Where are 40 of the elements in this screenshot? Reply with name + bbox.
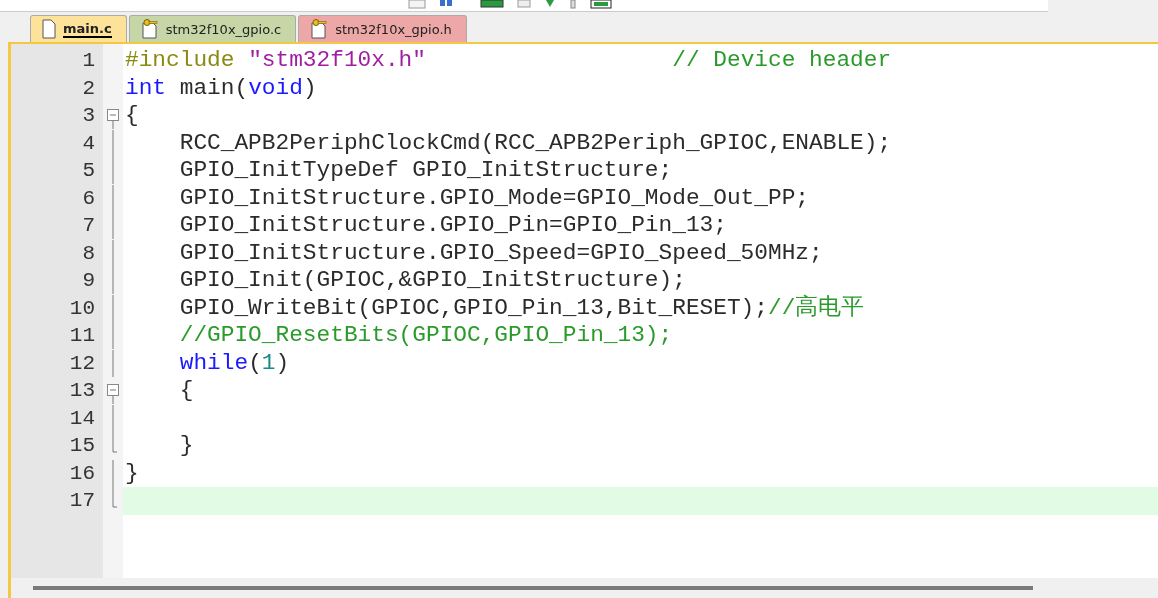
line-number: 3 — [82, 103, 95, 129]
code-line: } — [178, 432, 194, 458]
code-line: //GPIO_ResetBits(GPIOC,GPIO_Pin_13); — [178, 322, 673, 348]
line-number: 13 — [69, 378, 95, 404]
code-line: RCC_APB2PeriphClockCmd(RCC_APB2Periph_GPIOC,ENABLE); — [178, 129, 892, 156]
line-number: 5 — [82, 158, 95, 184]
code-line: GPIO_Init(GPIOC,&GPIO_InitStructure); — [178, 267, 686, 293]
line-number: 8 — [82, 240, 95, 267]
code-line: } — [125, 459, 139, 486]
code-line: GPIO_InitStructure.GPIO_Speed=GPIO_Speed_50MHz; — [178, 239, 823, 266]
line-number: 15 — [69, 433, 95, 459]
line-number: 16 — [69, 460, 95, 487]
toolbar-icon[interactable] — [544, 0, 556, 9]
line-number: 9 — [82, 268, 95, 294]
toolbar-icon[interactable] — [480, 0, 504, 9]
code-line: { — [178, 377, 194, 403]
code-line: GPIO_InitStructure.GPIO_Mode=GPIO_Mode_Out_PP; — [178, 184, 810, 211]
code-line: { — [125, 102, 139, 128]
file-tab[interactable]: stm32f10x_gpio.h — [298, 15, 467, 42]
code-line: while(1) — [178, 349, 290, 376]
file-tab[interactable]: main.c — [30, 15, 127, 42]
line-number: 14 — [69, 405, 95, 432]
toolbar-icon[interactable] — [590, 0, 612, 9]
code-line: GPIO_InitTypeDef GPIO_InitStructure; — [178, 157, 673, 183]
line-number: 12 — [69, 350, 95, 377]
code-line: int main(void) — [125, 74, 317, 101]
line-number: 6 — [82, 185, 95, 212]
code-line: GPIO_InitStructure.GPIO_Pin=GPIO_Pin_13; — [178, 212, 727, 238]
line-number: 1 — [82, 48, 95, 74]
line-number: 2 — [82, 75, 95, 102]
line-number: 4 — [82, 130, 95, 157]
line-number: 10 — [69, 295, 95, 322]
line-number: 11 — [69, 323, 95, 349]
line-number: 7 — [82, 213, 95, 239]
toolbar-icon[interactable] — [438, 0, 454, 9]
line-number: 17 — [69, 488, 95, 514]
horizontal-scrollbar[interactable] — [11, 578, 1158, 598]
file-tab[interactable]: stm32f10x_gpio.c — [128, 15, 297, 42]
code-line: GPIO_WriteBit(GPIOC,GPIO_Pin_13,Bit_RESET);//高电平 — [178, 294, 865, 321]
code-line: #include "stm32f10x.h" // Device header — [125, 47, 892, 73]
